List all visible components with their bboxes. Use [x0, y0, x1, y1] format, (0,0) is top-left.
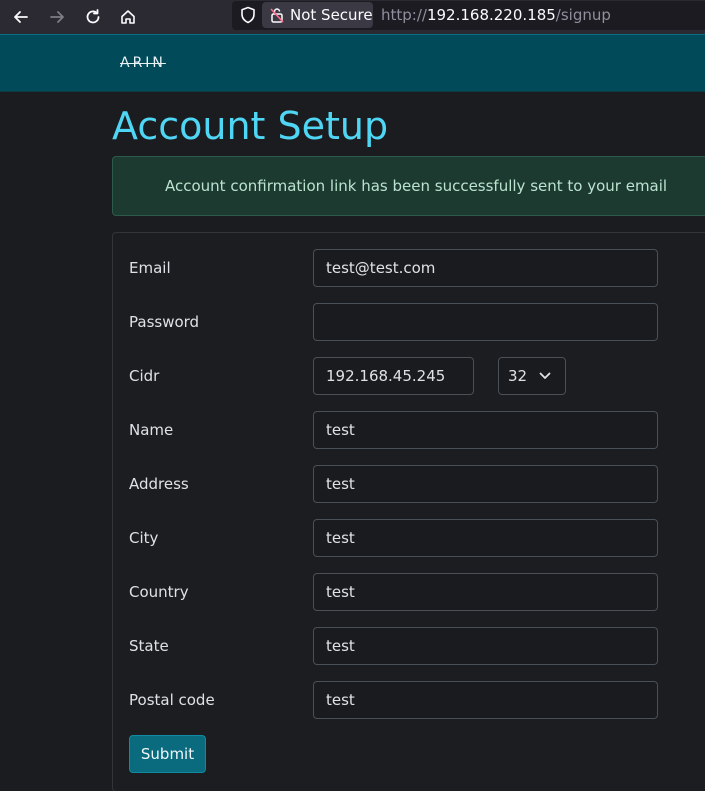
cidr-prefix-select[interactable]: 32 — [498, 357, 566, 395]
name-field[interactable] — [313, 411, 658, 449]
home-icon — [121, 10, 135, 24]
state-label: State — [129, 637, 169, 655]
url-text[interactable]: http://192.168.220.185/signup — [381, 6, 611, 24]
arrow-left-icon — [14, 11, 28, 23]
alert-message: Account confirmation link has been succe… — [165, 177, 668, 195]
broken-lock-icon — [270, 8, 284, 23]
shield-icon[interactable] — [238, 5, 258, 25]
postal-code-label: Postal code — [129, 691, 215, 709]
url-scheme: http:// — [381, 6, 427, 24]
forward-button[interactable] — [44, 4, 70, 30]
city-field[interactable] — [313, 519, 658, 557]
city-label: City — [129, 529, 159, 547]
reload-icon — [86, 9, 100, 24]
success-alert: Account confirmation link has been succe… — [112, 156, 705, 216]
cidr-prefix-value: 32 — [508, 367, 528, 385]
security-label: Not Secure — [290, 6, 373, 24]
address-label: Address — [129, 475, 189, 493]
home-button[interactable] — [115, 4, 141, 30]
url-host: 192.168.220.185 — [426, 6, 556, 24]
password-field[interactable] — [313, 303, 658, 341]
url-path: /signup — [555, 6, 611, 24]
back-button[interactable] — [8, 4, 34, 30]
country-label: Country — [129, 583, 189, 601]
address-field[interactable] — [313, 465, 658, 503]
reload-button[interactable] — [80, 4, 106, 30]
postal-code-field[interactable] — [313, 681, 658, 719]
page-title: Account Setup — [112, 104, 389, 148]
submit-button[interactable]: Submit — [129, 735, 206, 773]
chevron-down-icon — [539, 372, 551, 379]
cidr-label: Cidr — [129, 367, 160, 385]
cidr-field[interactable] — [313, 357, 474, 395]
country-field[interactable] — [313, 573, 658, 611]
arrow-right-icon — [50, 11, 64, 23]
email-label: Email — [129, 259, 171, 277]
app-header: ARIN — [0, 34, 705, 92]
security-indicator[interactable]: Not Secure — [262, 2, 373, 28]
brand-logo[interactable]: ARIN — [120, 55, 166, 71]
name-label: Name — [129, 421, 174, 439]
password-label: Password — [129, 313, 200, 331]
email-field[interactable] — [313, 249, 658, 287]
state-field[interactable] — [313, 627, 658, 665]
browser-toolbar: Not Secure http://192.168.220.185/signup — [0, 0, 705, 34]
